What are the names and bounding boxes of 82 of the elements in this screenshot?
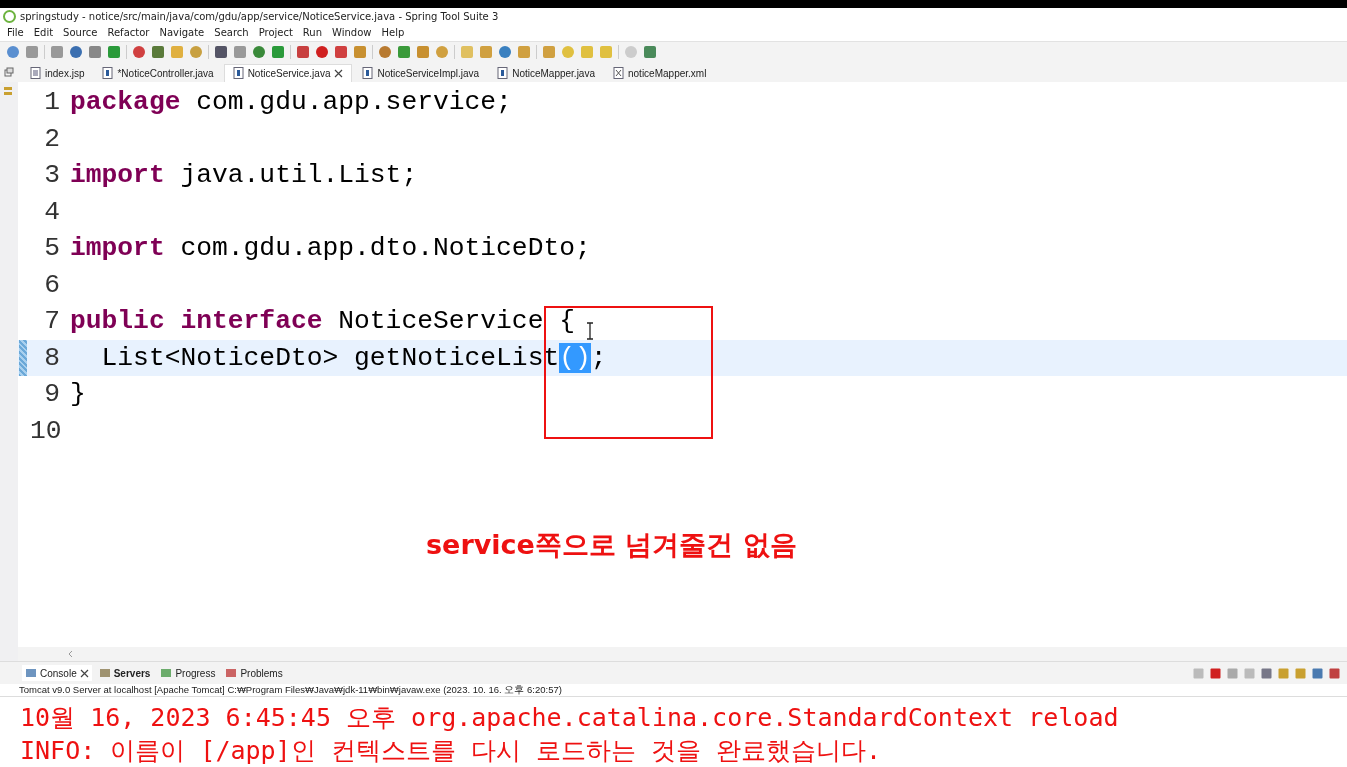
window-title: springstudy - notice/src/main/java/com/gdu/app/service/NoticeService.java - Spring Tool Suite 3 xyxy=(20,10,499,22)
editor-tab[interactable]: noticeMapper.xml xyxy=(605,65,715,82)
line-number: 1 xyxy=(43,87,60,118)
console-line: 10월 16, 2023 6:45:45 오후 org.apache.catalina.core.StandardContext reload xyxy=(20,702,1120,734)
code-line: import java.util.List; xyxy=(70,160,418,191)
code-line: package com.gdu.app.service; xyxy=(70,87,512,118)
toolbar-icon[interactable] xyxy=(132,45,146,59)
menu-item[interactable]: Window xyxy=(327,27,377,38)
toolbar-icon[interactable] xyxy=(378,45,392,59)
editor-tab[interactable]: index.jsp xyxy=(22,65,93,82)
view-icon xyxy=(225,667,238,679)
toolbar-icon[interactable] xyxy=(69,45,83,59)
horizontal-scrollbar[interactable] xyxy=(18,647,1347,661)
menu-item[interactable]: Refactor xyxy=(102,27,155,38)
toolbar-icon[interactable] xyxy=(498,45,512,59)
editor-tab[interactable]: NoticeMapper.java xyxy=(489,65,603,82)
code-line: import com.gdu.app.dto.NoticeDto; xyxy=(70,233,591,264)
toolbar-icon[interactable] xyxy=(643,45,657,59)
app-logo-icon xyxy=(3,9,16,23)
console-toolbar-icon[interactable] xyxy=(1226,666,1239,680)
editor-tab[interactable]: NoticeServiceImpl.java xyxy=(354,65,488,82)
line-number: 2 xyxy=(43,123,60,154)
toolbar-icon[interactable] xyxy=(88,45,102,59)
file-icon xyxy=(102,67,114,79)
toolbar-icon[interactable] xyxy=(107,45,121,59)
menu-item[interactable]: Search xyxy=(209,27,254,38)
file-icon xyxy=(232,67,244,79)
view-tab[interactable]: Problems xyxy=(222,665,286,681)
scroll-left-icon[interactable] xyxy=(68,650,73,658)
console-toolbar-icon[interactable] xyxy=(1260,666,1273,680)
change-marker xyxy=(19,339,27,376)
view-tab[interactable]: Console xyxy=(22,665,92,681)
toolbar-icon[interactable] xyxy=(315,45,329,59)
code-line: public interface NoticeService { xyxy=(70,306,575,337)
editor-tab[interactable]: NoticeService.java xyxy=(223,64,353,82)
file-icon xyxy=(613,67,624,79)
menu-item[interactable]: Run xyxy=(297,27,328,38)
menu-item[interactable]: Project xyxy=(253,27,298,38)
file-icon xyxy=(497,67,509,79)
console-toolbar-icon[interactable] xyxy=(1294,666,1307,680)
outline-icon[interactable] xyxy=(3,86,13,96)
toolbar-icon[interactable] xyxy=(252,45,266,59)
menu-item[interactable]: Navigate xyxy=(154,27,210,38)
toolbar-icon[interactable] xyxy=(271,45,285,59)
line-number: 9 xyxy=(43,379,60,410)
console-line: INFO: 이름이 [/app]인 컨텍스트를 다시 로드하는 것을 완료했습니다. xyxy=(20,735,882,767)
toolbar-icon[interactable] xyxy=(334,45,348,59)
console-toolbar-icon[interactable] xyxy=(1311,666,1324,680)
console-toolbar-icon[interactable] xyxy=(1277,666,1290,680)
line-number: 4 xyxy=(43,196,60,227)
view-icon xyxy=(25,667,37,679)
line-number: 10 xyxy=(30,415,60,446)
close-icon[interactable] xyxy=(79,668,89,678)
toolbar-icon[interactable] xyxy=(214,45,228,59)
view-tab[interactable]: Progress xyxy=(157,665,219,681)
close-icon[interactable] xyxy=(334,68,344,78)
line-number: 7 xyxy=(43,306,60,337)
console-toolbar-icon[interactable] xyxy=(1328,666,1341,680)
line-number: 3 xyxy=(43,160,60,191)
text-cursor-icon xyxy=(586,322,594,340)
restore-icon[interactable] xyxy=(4,67,14,77)
file-icon xyxy=(30,67,41,79)
line-number: 8 xyxy=(43,342,60,373)
view-icon xyxy=(98,667,111,679)
console-toolbar-icon[interactable] xyxy=(1209,666,1222,680)
menu-item[interactable]: File xyxy=(2,27,29,38)
menu-item[interactable]: Source xyxy=(58,27,103,38)
line-number: 5 xyxy=(43,233,60,264)
toolbar-icon[interactable] xyxy=(397,45,411,59)
line-number: 6 xyxy=(43,269,60,300)
toolbar-icon[interactable] xyxy=(151,45,165,59)
view-tab[interactable]: Servers xyxy=(95,665,154,681)
toolbar-icon[interactable] xyxy=(296,45,310,59)
menu-item[interactable]: Edit xyxy=(28,27,59,38)
toolbar-icon[interactable] xyxy=(6,45,20,59)
process-label: Tomcat v9.0 Server at localhost [Apache Tomcat] C:₩Program Files₩Java₩jdk-11₩bin₩javaw.exe (2023. 10. 16. 오후 6:20:57) xyxy=(0,684,1347,697)
annotation-text: service쪽으로 넘겨줄건 없음 xyxy=(426,528,797,562)
code-line: } xyxy=(70,379,86,410)
view-icon xyxy=(160,667,173,679)
file-icon xyxy=(362,67,374,79)
editor-tab[interactable]: *NoticeController.java xyxy=(94,65,222,82)
menu-item[interactable]: Help xyxy=(376,27,410,38)
